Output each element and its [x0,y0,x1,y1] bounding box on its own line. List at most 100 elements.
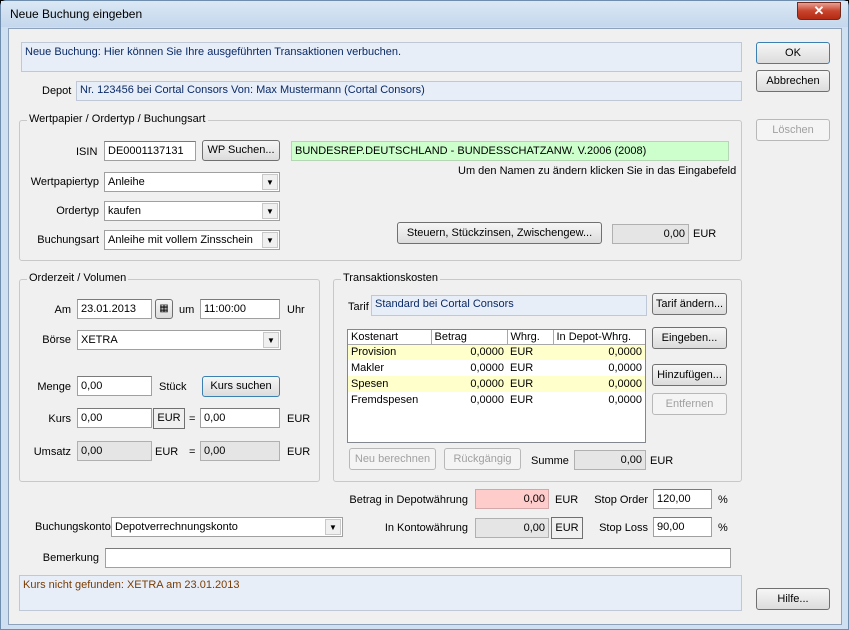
close-button[interactable]: ✕ [797,2,841,20]
security-name-input[interactable]: BUNDESREP.DEUTSCHLAND - BUNDESSCHATZANW.… [291,141,729,161]
booking-type-select[interactable]: Anleihe mit vollem Zinsschein ▼ [104,230,280,250]
isin-label: ISIN [76,146,98,158]
cost-currency: EUR [510,362,534,374]
cost-currency: EUR [507,344,553,360]
order-type-value: kaufen [108,205,142,217]
title-bar: Neue Buchung eingeben ✕ [1,1,848,27]
depot-amount-label: Betrag in Depotwährung [349,494,468,506]
security-type-label: Wertpapiertyp [30,176,99,188]
order-type-select[interactable]: kaufen ▼ [104,201,280,221]
ok-button[interactable]: OK [756,42,830,64]
price-label: Kurs [48,413,71,425]
column-header[interactable]: In Depot-Whrg. [552,330,645,345]
taxes-button[interactable]: Steuern, Stückzinsen, Zwischengew... [397,222,602,244]
equals-sign: = [189,413,196,425]
tariff-label: Tarif [348,301,369,313]
info-message: Neue Buchung: Hier können Sie Ihre ausge… [21,42,742,72]
date-input[interactable]: 23.01.2013 [77,299,152,319]
recalculate-button[interactable]: Neu berechnen [349,448,436,470]
turnover-converted-value: 0,00 [200,441,280,461]
cost-type: Fremdspesen [351,394,419,406]
stop-order-input[interactable]: 120,00 [653,489,712,509]
cost-type: Provision [348,344,431,360]
account-amount-label: In Kontowährung [384,522,468,534]
price-input[interactable]: 0,00 [77,408,152,428]
security-type-value: Anleihe [108,176,145,188]
column-header[interactable]: Kostenart [348,330,432,345]
turnover-converted-currency: EUR [287,446,311,458]
time-at-label: um [179,304,195,316]
depot-amount-currency: EUR [555,494,579,506]
price-converted-currency: EUR [287,413,311,425]
table-row[interactable]: Provision 0,0000 EUR 0,0000 [348,344,645,360]
cost-type: Spesen [348,376,431,392]
equals-sign: = [189,446,196,458]
cost-depot-amount: 0,0000 [608,362,642,374]
quantity-input[interactable]: 0,00 [77,376,152,396]
stop-order-label: Stop Order [594,494,648,506]
booking-type-value: Anleihe mit vollem Zinsschein [108,234,253,246]
calendar-icon[interactable]: ▦ [155,299,173,319]
stop-order-unit: % [718,494,728,506]
column-header[interactable]: Whrg. [506,330,554,345]
cancel-button[interactable]: Abbrechen [756,70,830,92]
dialog-client-area: Neue Buchung: Hier können Sie Ihre ausge… [8,28,842,625]
undo-button[interactable]: Rückgängig [444,448,521,470]
stop-loss-unit: % [718,522,728,534]
chevron-down-icon[interactable]: ▼ [263,332,279,348]
status-message: Kurs nicht gefunden: XETRA am 23.01.2013 [19,575,742,611]
exchange-select[interactable]: XETRA ▼ [77,330,281,350]
enter-cost-button[interactable]: Eingeben... [652,327,727,349]
chevron-down-icon[interactable]: ▼ [262,232,278,248]
quantity-unit: Stück [159,381,187,393]
costs-group-title: Transaktionskosten [341,272,440,284]
depot-label: Depot [42,85,72,97]
price-converted-input[interactable]: 0,00 [200,408,280,428]
cost-amount: 0,0000 [431,376,507,392]
window-title: Neue Buchung eingeben [10,7,143,21]
stop-loss-label: Stop Loss [599,522,648,534]
chevron-down-icon[interactable]: ▼ [262,203,278,219]
time-unit: Uhr [287,304,305,316]
depot-amount-value: 0,00 [475,489,549,509]
depot-value: Nr. 123456 bei Cortal Consors Von: Max M… [76,81,742,101]
cost-amount: 0,0000 [431,344,507,360]
dialog-window: Neue Buchung eingeben ✕ Neue Buchung: Hi… [0,0,849,630]
order-type-label: Ordertyp [56,205,99,217]
order-group-title: Orderzeit / Volumen [27,272,129,284]
quantity-label: Menge [37,381,71,393]
add-cost-button[interactable]: Hinzufügen... [652,364,727,386]
sum-value: 0,00 [574,450,646,470]
exchange-value: XETRA [81,334,118,346]
cost-amount: 0,0000 [470,362,504,374]
table-row[interactable]: Makler 0,0000 EUR 0,0000 [348,360,645,376]
price-search-button[interactable]: Kurs suchen [202,376,280,397]
sum-label: Summe [531,455,569,467]
remove-cost-button[interactable]: Entfernen [652,393,727,415]
security-search-button[interactable]: WP Suchen... [202,140,280,161]
security-type-select[interactable]: Anleihe ▼ [104,172,280,192]
cost-type: Makler [351,362,385,374]
account-amount-value: 0,00 [475,518,549,538]
remark-input[interactable] [105,548,731,568]
tariff-value: Standard bei Cortal Consors [371,295,647,316]
date-label: Am [54,304,72,316]
security-group-title: Wertpapier / Ordertyp / Buchungsart [27,113,208,125]
help-button[interactable]: Hilfe... [756,588,830,610]
exchange-label: Börse [42,334,71,346]
turnover-currency: EUR [155,446,179,458]
chevron-down-icon[interactable]: ▼ [262,174,278,190]
table-row[interactable]: Spesen 0,0000 EUR 0,0000 [348,376,645,392]
price-currency-button[interactable]: EUR [153,408,185,429]
time-input[interactable]: 11:00:00 [200,299,280,319]
booking-account-label: Buchungskonto [35,521,111,533]
taxes-currency: EUR [693,228,717,240]
isin-input[interactable]: DE0001137131 [104,141,196,161]
change-tariff-button[interactable]: Tarif ändern... [652,293,727,315]
column-header[interactable]: Betrag [430,330,508,345]
delete-button[interactable]: Löschen [756,119,830,141]
stop-loss-input[interactable]: 90,00 [653,517,712,537]
cost-depot-amount: 0,0000 [553,344,645,360]
table-row[interactable]: Fremdspesen 0,0000 EUR 0,0000 [348,392,645,408]
costs-table-grid: Kostenart Betrag Whrg. In Depot-Whrg. Pr… [348,330,645,408]
